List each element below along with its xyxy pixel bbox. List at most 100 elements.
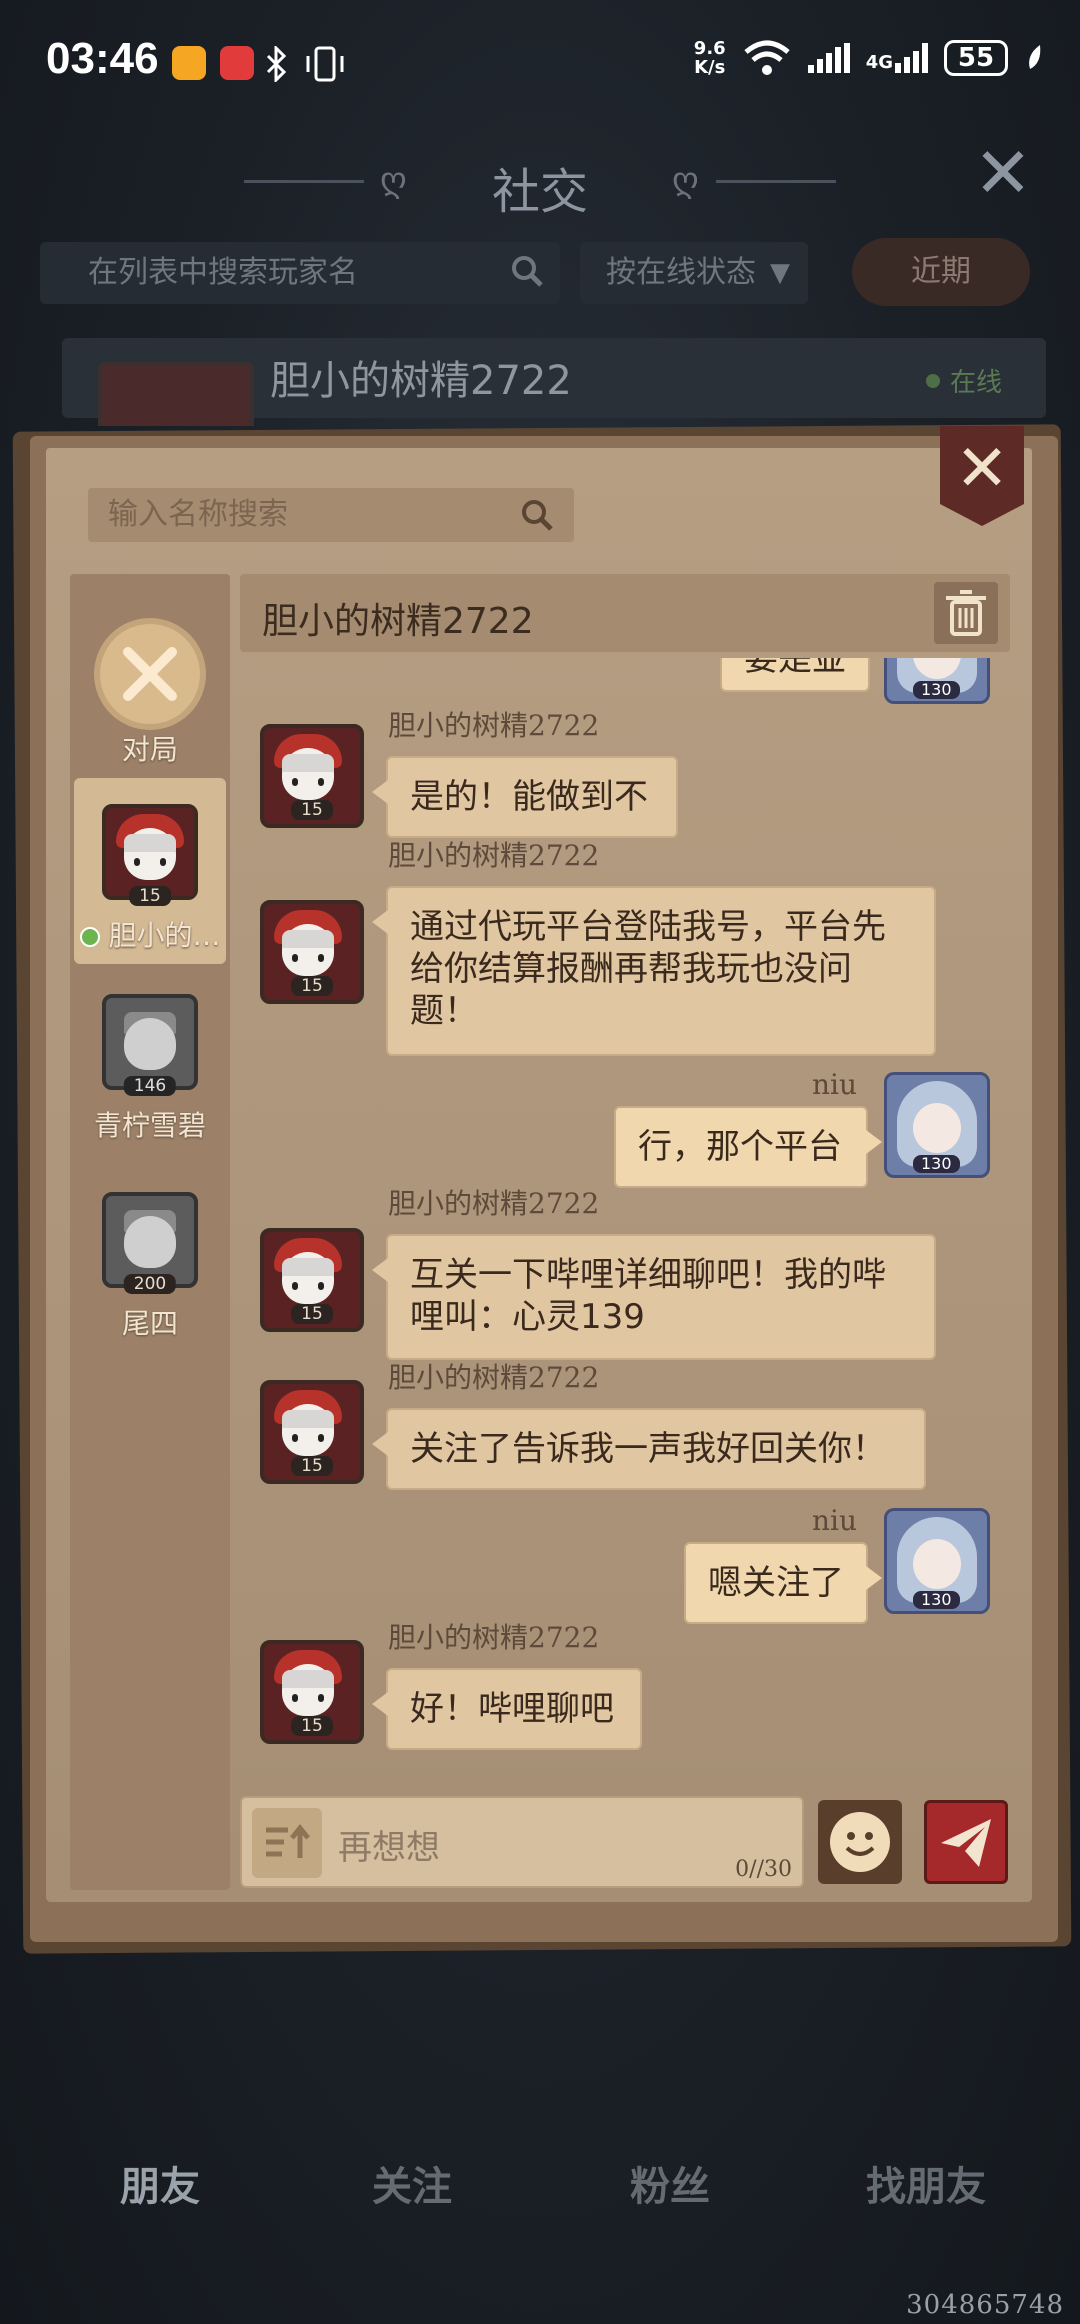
name-search-placeholder: 输入名称搜索 — [108, 497, 288, 532]
trash-icon — [946, 590, 986, 636]
message-text: 互关一下哔哩详细聊吧！我的哔哩叫：心灵139 — [410, 1255, 886, 1337]
avatar — [98, 362, 254, 426]
filter-down-icon: ▼ — [770, 258, 790, 288]
contact-label: 尾四 — [121, 1307, 178, 1340]
app-notification-icon — [172, 46, 206, 80]
tab-friends[interactable]: 朋友 — [60, 2154, 260, 2212]
contact-item-lime-sprite[interactable]: 146 青柠雪碧 — [70, 994, 230, 1144]
message-bubble: 是的！能做到不 — [372, 756, 678, 838]
player-search-placeholder: 在列表中搜索玩家名 — [88, 255, 358, 290]
level-badge: 130 — [913, 681, 960, 699]
filter-label: 按在线状态 — [606, 255, 756, 290]
crossed-swords-icon — [100, 624, 200, 724]
chat-title: 胆小的树精2722 — [262, 601, 534, 642]
close-icon[interactable]: ✕ — [968, 138, 1038, 208]
sender-name: 胆小的树精2722 — [388, 839, 600, 872]
level-badge: 15 — [291, 1456, 333, 1476]
contact-label: 对局 — [121, 733, 178, 766]
bluetooth-icon — [266, 46, 287, 82]
avatar: 15 — [260, 1228, 364, 1332]
message-text: 通过代玩平台登陆我号，平台先给你结算报酬再帮我玩也没问题！ — [410, 907, 886, 1031]
message-text: 要是並 — [744, 658, 846, 679]
emoji-button[interactable] — [818, 1800, 902, 1884]
level-badge: 15 — [291, 1716, 333, 1736]
quick-phrase-button[interactable] — [252, 1808, 322, 1878]
sender-name: niu — [812, 1504, 858, 1537]
friend-row[interactable]: 胆小的树精2722 在线 — [62, 338, 1046, 426]
page-title: 社交 — [491, 164, 588, 220]
recent-button[interactable]: 近期 — [852, 238, 1030, 306]
level-badge: 15 — [129, 886, 171, 906]
avatar: 130 — [884, 658, 990, 704]
message-bubble: 关注了告诉我一声我好回关你！ — [372, 1408, 926, 1490]
level-badge: 130 — [913, 1155, 960, 1173]
player-search-input[interactable]: 在列表中搜索玩家名 — [40, 242, 560, 304]
avatar: 200 — [102, 1192, 198, 1294]
online-dot-icon — [926, 374, 940, 388]
message-bubble: 互关一下哔哩详细聊吧！我的哔哩叫：心灵139 — [372, 1234, 936, 1360]
wifi-icon — [744, 40, 790, 75]
search-icon — [522, 500, 553, 531]
contact-battle[interactable]: 对局 — [70, 624, 230, 768]
contact-label: 胆小的… — [108, 919, 221, 952]
avatar: 15 — [102, 804, 198, 906]
message-input[interactable]: 再想想 0//30 — [240, 1796, 804, 1888]
user-id-watermark: 304865748 — [906, 2290, 1064, 2320]
contact-label: 青柠雪碧 — [93, 1109, 206, 1142]
send-button[interactable] — [924, 1800, 1008, 1884]
sender-name: 胆小的树精2722 — [388, 1361, 600, 1394]
char-counter: 0//30 — [735, 1857, 792, 1882]
avatar: 15 — [260, 1380, 364, 1484]
level-badge: 200 — [123, 1274, 177, 1294]
friend-status: 在线 — [950, 368, 1003, 398]
search-icon — [512, 256, 543, 287]
message-bubble: 行，那个平台 — [614, 1106, 882, 1188]
status-bar: 03:46 9.6 K/s 4G 55 — [0, 0, 1080, 120]
friend-name: 胆小的树精2722 — [270, 358, 572, 404]
online-dot-icon — [79, 927, 100, 947]
level-badge: 130 — [913, 1591, 960, 1609]
avatar: 15 — [260, 1640, 364, 1744]
speed-value: 9.6 — [693, 38, 726, 59]
tab-find-friends[interactable]: 找朋友 — [826, 2154, 1026, 2212]
message-text: 好！哔哩聊吧 — [410, 1689, 614, 1729]
speed-unit: K/s — [694, 57, 726, 78]
title-divider — [716, 180, 836, 183]
quick-phrase-icon — [266, 1823, 310, 1858]
swirl-ornament-icon: ღ — [672, 160, 699, 200]
level-badge: 15 — [291, 1304, 333, 1324]
chat-panel: 胆小的树精2722 要是並 130 15 胆小的树精2722 是的！能做到不 1… — [240, 574, 1010, 1890]
delete-chat-button[interactable] — [934, 582, 998, 644]
message-text: 是的！能做到不 — [410, 777, 648, 817]
network-speed: 9.6 K/s — [694, 39, 726, 77]
avatar: 130 — [884, 1072, 990, 1178]
avatar: 15 — [260, 900, 364, 1004]
contact-item-friend[interactable]: 15 胆小的… — [70, 804, 230, 954]
tab-fans[interactable]: 粉丝 — [570, 2154, 770, 2212]
online-status-filter[interactable]: 按在线状态 ▼ — [580, 242, 808, 304]
message-text: 嗯关注了 — [708, 1563, 844, 1603]
message-text: 行，那个平台 — [638, 1127, 842, 1167]
app-notification-icon — [220, 46, 254, 80]
sender-name: niu — [812, 1068, 858, 1101]
message-bubble: 要是並 — [720, 658, 870, 692]
contact-item-weisi[interactable]: 200 尾四 — [70, 1192, 230, 1342]
tab-following[interactable]: 关注 — [312, 2154, 512, 2212]
message-placeholder: 再想想 — [338, 1828, 440, 1868]
status-time: 03:46 — [46, 34, 159, 83]
level-badge: 15 — [291, 976, 333, 996]
smiley-icon — [830, 1812, 890, 1872]
level-badge: 146 — [123, 1076, 177, 1096]
avatar: 15 — [260, 724, 364, 828]
message-list[interactable]: 要是並 130 15 胆小的树精2722 是的！能做到不 15 胆小的树精272… — [240, 658, 1010, 1766]
message-bubble: 好！哔哩聊吧 — [372, 1668, 642, 1750]
avatar: 146 — [102, 994, 198, 1096]
send-icon — [941, 1819, 991, 1867]
battery-indicator: 55 — [944, 40, 1008, 76]
name-search-input[interactable]: 输入名称搜索 — [88, 488, 574, 542]
sender-name: 胆小的树精2722 — [388, 709, 600, 742]
level-badge: 15 — [291, 800, 333, 820]
bottom-tab-bar: 朋友 关注 粉丝 找朋友 — [0, 2098, 1080, 2268]
signal-icon — [807, 43, 850, 73]
avatar: 130 — [884, 1508, 990, 1614]
